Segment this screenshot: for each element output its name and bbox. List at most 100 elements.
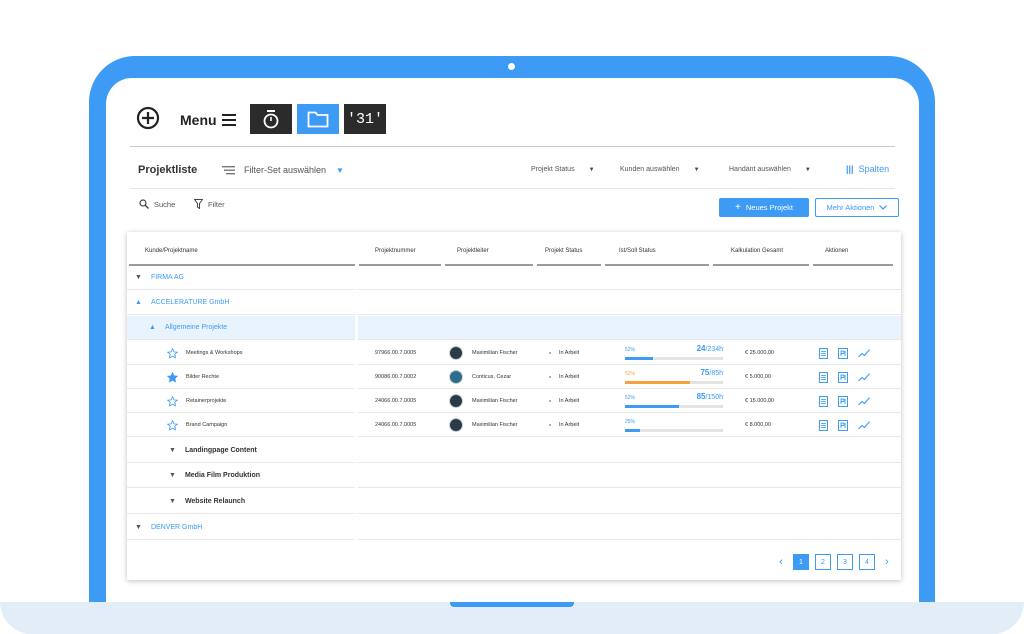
status-dot [549, 352, 551, 354]
group-label: FIRMA AG [150, 274, 184, 281]
customer-dropdown[interactable]: Kunden auswählen ▼ [620, 166, 700, 173]
document-icon[interactable] [819, 395, 828, 407]
star-icon[interactable] [167, 419, 178, 431]
group-row-landingpage[interactable]: ▼ Landingpage Content [127, 439, 901, 463]
star-icon[interactable] [167, 347, 178, 359]
group-row-website[interactable]: ▼ Website Relaunch [127, 490, 901, 514]
project-leader-cell: Maximilian Fischer [449, 341, 518, 365]
hamburger-icon[interactable] [222, 114, 236, 126]
progress-percent: 52% [625, 395, 636, 401]
dropdown-label: Kunden auswählen [620, 166, 680, 173]
table-row[interactable]: Brand Campaign 24066.00.7.0005 Maximilian … [127, 413, 901, 437]
hours-total: /234h [705, 346, 723, 353]
project-number: 90086.00.7.0002 [375, 374, 417, 380]
divider [130, 188, 895, 189]
column-header[interactable]: Kunde/Projektname [129, 232, 355, 266]
caret-up-icon: ▲ [135, 299, 142, 306]
funnel-icon [194, 199, 203, 209]
chevron-down-icon[interactable]: ▼ [336, 166, 344, 175]
timer-button[interactable] [250, 104, 292, 134]
page-button-4[interactable]: 4 [859, 554, 875, 570]
group-toggle[interactable]: ▼ Landingpage Content [169, 439, 257, 462]
divider [130, 146, 895, 147]
page-button-3[interactable]: 3 [837, 554, 853, 570]
progress-cell: 52% 24/234h [625, 343, 723, 363]
columns-button[interactable]: ||| Spalten [846, 164, 889, 174]
project-status-dropdown[interactable]: Projekt Status ▼ [531, 166, 595, 173]
more-actions-button[interactable]: Mehr Aktionen [815, 198, 899, 217]
caret-down-icon: ▼ [804, 167, 811, 173]
column-header[interactable]: Projektleiter [445, 232, 533, 266]
menu-label[interactable]: Menu [180, 112, 217, 128]
table-row[interactable]: Retainerprojekte 24066.00.7.0005 Maximilia… [127, 389, 901, 413]
caret-down-icon: ▼ [588, 167, 595, 173]
project-table: Kunde/Projektname Projektnummer Projektl… [127, 232, 901, 580]
laptop-mockup: Menu '31' Projektliste Filter-Set auswäh… [0, 0, 1024, 634]
invoice-icon[interactable] [838, 419, 848, 431]
page-button-1[interactable]: 1 [793, 554, 809, 570]
group-toggle[interactable]: ▼ Website Relaunch [169, 490, 245, 513]
project-name[interactable]: Retainerprojekte [186, 398, 226, 404]
project-name[interactable]: Bilder Rechte [186, 374, 219, 380]
status-dot [549, 424, 551, 426]
group-label: ACCELERATURE GmbH [150, 299, 230, 306]
table-row[interactable]: Meetings & Workshops 97966.00.7.0005 Maxim… [127, 341, 901, 365]
group-toggle[interactable]: ▼ DENVER GmbH [135, 516, 202, 539]
project-name[interactable]: Meetings & Workshops [186, 350, 242, 356]
trend-chart-icon[interactable] [858, 348, 870, 358]
group-row-denver[interactable]: ▼ DENVER GmbH [127, 516, 901, 540]
project-name-cell: Bilder Rechte [167, 365, 219, 389]
trend-chart-icon[interactable] [858, 372, 870, 382]
column-header[interactable]: Kalkulation Gesamt [713, 232, 809, 266]
hours-total: /150h [705, 394, 723, 401]
search-button[interactable]: Suche [139, 199, 175, 209]
page-button-2[interactable]: 2 [815, 554, 831, 570]
group-row-media[interactable]: ▼ Media Film Produktion [127, 464, 901, 488]
group-toggle[interactable]: ▲ ACCELERATURE GmbH [135, 291, 229, 314]
trend-chart-icon[interactable] [858, 396, 870, 406]
group-toggle[interactable]: ▲ Allgemeine Projekte [149, 316, 227, 339]
group-row-allgemeine[interactable]: ▲ Allgemeine Projekte [127, 316, 901, 340]
actions-cell [819, 413, 870, 437]
trend-chart-icon[interactable] [858, 420, 870, 430]
column-header[interactable]: Aktionen [813, 232, 893, 266]
invoice-icon[interactable] [838, 395, 848, 407]
calendar-button[interactable]: '31' [344, 104, 386, 134]
document-icon[interactable] [819, 347, 828, 359]
status-dot [549, 400, 551, 402]
document-icon[interactable] [819, 371, 828, 383]
filter-button[interactable]: Filter [194, 199, 225, 209]
new-project-button[interactable]: + Neues Projekt [719, 198, 809, 217]
project-leader-cell: Maximilian Fischer [449, 413, 518, 437]
actions-cell [819, 365, 870, 389]
progress-percent: 25% [625, 419, 636, 425]
column-header[interactable]: Projekt Status [537, 232, 601, 266]
chevron-right-icon[interactable]: › [881, 556, 893, 568]
avatar [449, 346, 463, 360]
column-header[interactable]: Ist/Soll Status [605, 232, 709, 266]
star-icon[interactable] [167, 395, 178, 407]
column-header[interactable]: Projektnummer [359, 232, 441, 266]
invoice-icon[interactable] [838, 371, 848, 383]
pagination: ‹ 1 2 3 4 › [775, 554, 893, 570]
project-leader: Maximilian Fischer [472, 422, 518, 428]
star-icon[interactable] [167, 371, 178, 383]
table-row[interactable]: Bilder Rechte 90086.00.7.0002 Conticus, Ce… [127, 365, 901, 389]
add-circle-icon[interactable] [136, 106, 160, 130]
client-dropdown[interactable]: Handant auswählen ▼ [729, 166, 811, 173]
group-row-firma[interactable]: ▼ FIRMA AG [127, 266, 901, 290]
chevron-left-icon[interactable]: ‹ [775, 556, 787, 568]
list-filter-icon[interactable] [222, 166, 235, 175]
chevron-down-icon [879, 205, 888, 210]
group-row-accelerature[interactable]: ▲ ACCELERATURE GmbH [127, 291, 901, 315]
project-status: In Arbeit [559, 398, 580, 404]
page-title: Projektliste [138, 164, 198, 176]
filter-set-select[interactable]: Filter-Set auswählen [244, 165, 326, 175]
projects-button[interactable] [297, 104, 339, 134]
document-icon[interactable] [819, 419, 828, 431]
group-toggle[interactable]: ▼ FIRMA AG [135, 266, 184, 289]
group-toggle[interactable]: ▼ Media Film Produktion [169, 464, 260, 487]
invoice-icon[interactable] [838, 347, 848, 359]
project-total: € 15.000,00 [745, 398, 775, 404]
project-name[interactable]: Brand Campaign [186, 422, 227, 428]
